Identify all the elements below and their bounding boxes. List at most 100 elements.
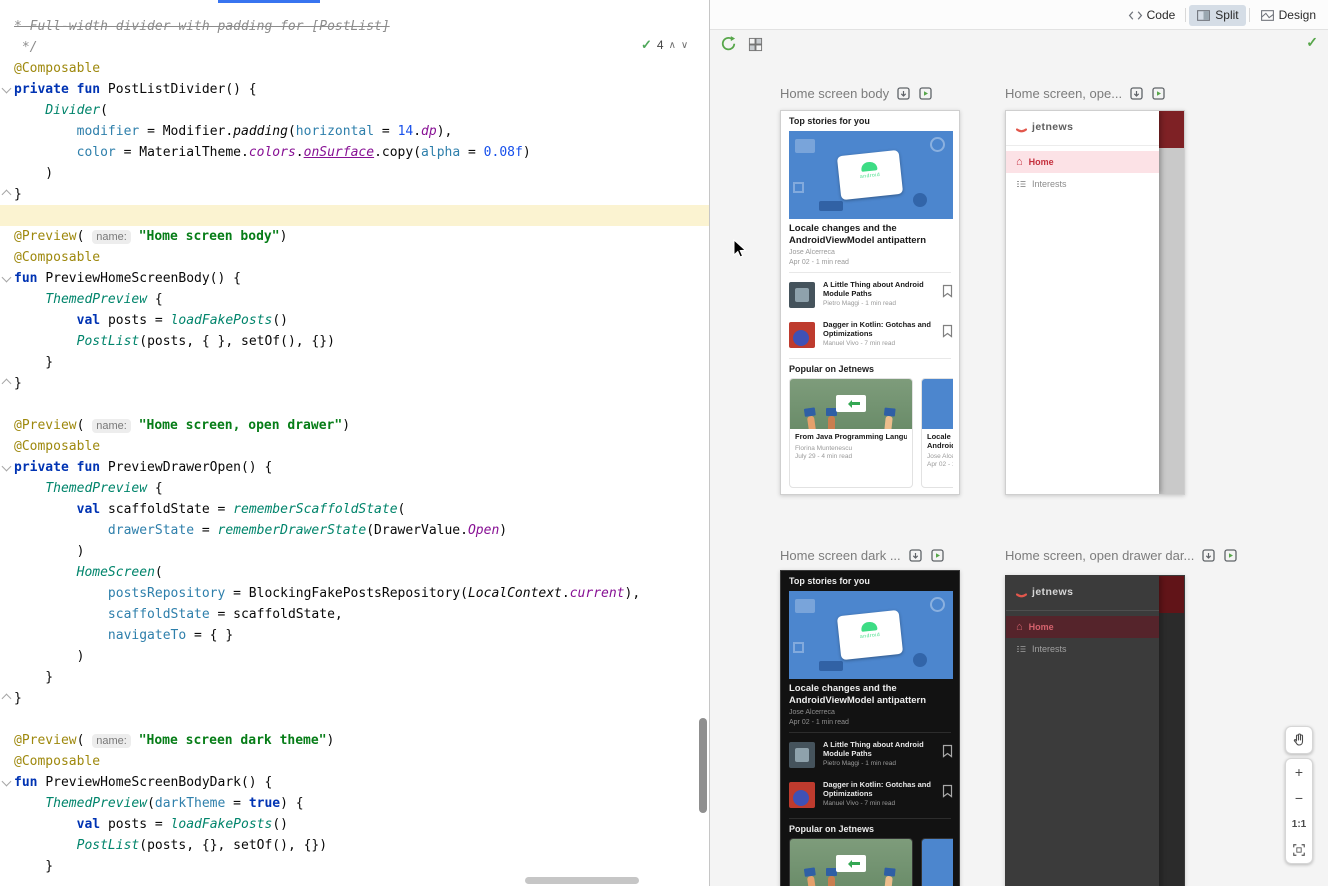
preview-label: Home screen dark ... (780, 548, 901, 563)
code-line[interactable]: */ (0, 37, 709, 58)
code-line[interactable]: ) (0, 163, 709, 184)
code-line[interactable]: @Preview( name: "Home screen, open drawe… (0, 415, 709, 436)
code-line[interactable] (0, 709, 709, 730)
app-bar-strip (1157, 111, 1184, 148)
code-line[interactable]: private fun PreviewDrawerOpen() { (0, 457, 709, 478)
jetnews-logo: jetnews (1016, 586, 1073, 598)
post-thumbnail (789, 742, 815, 768)
code-line[interactable]: scaffoldState = scaffoldState, (0, 604, 709, 625)
code-line[interactable]: val posts = loadFakePosts() (0, 814, 709, 835)
zoom-in-button[interactable]: + (1286, 759, 1312, 785)
code-line[interactable]: * Full-width divider with padding for [P… (0, 16, 709, 37)
layout-options-icon[interactable] (748, 37, 763, 52)
code-line[interactable]: fun PreviewHomeScreenBodyDark() { (0, 772, 709, 793)
zoom-controls: + − 1:1 (1285, 758, 1313, 864)
mode-code-button[interactable]: Code (1121, 5, 1183, 26)
code-line[interactable]: @Composable (0, 58, 709, 79)
code-line[interactable]: @Composable (0, 436, 709, 457)
code-line[interactable]: navigateTo = { } (0, 625, 709, 646)
android-logo (861, 161, 878, 172)
next-problem-icon[interactable]: ∨ (681, 40, 688, 51)
code-line[interactable]: fun PreviewHomeScreenBody() { (0, 268, 709, 289)
code-line[interactable] (0, 205, 709, 226)
code-line[interactable]: val scaffoldState = rememberScaffoldStat… (0, 499, 709, 520)
code-line[interactable]: ) (0, 646, 709, 667)
sync-status-icon: ✓ (1306, 34, 1318, 51)
run-interactive-icon[interactable] (930, 548, 945, 563)
inspections-widget[interactable]: ✓ 4 ∧ ∨ (641, 36, 688, 54)
post-list-item: A Little Thing about Android Module Path… (789, 278, 953, 316)
build-refresh-icon[interactable] (720, 35, 737, 52)
code-line[interactable]: } (0, 352, 709, 373)
home-icon: ⌂ (1016, 157, 1023, 168)
code-line[interactable]: modifier = Modifier.padding(horizontal =… (0, 121, 709, 142)
app-bar-strip (1157, 576, 1184, 613)
pan-hand-icon (1291, 732, 1307, 748)
bookmark-icon (942, 744, 953, 758)
code-line[interactable]: drawerState = rememberDrawerState(Drawer… (0, 520, 709, 541)
popular-heading: Popular on Jetnews (789, 364, 874, 374)
bookmark-icon (942, 324, 953, 338)
jetnews-logo: jetnews (1016, 121, 1073, 133)
post-list-item: Dagger in Kotlin: Gotchas and Optimizati… (789, 778, 953, 816)
code-line[interactable]: HomeScreen( (0, 562, 709, 583)
bookmark-icon (942, 784, 953, 798)
code-line[interactable]: postsRepository = BlockingFakePostsRepos… (0, 583, 709, 604)
run-interactive-icon[interactable] (1151, 86, 1166, 101)
code-line[interactable]: } (0, 856, 709, 877)
design-mode-icon (1260, 8, 1275, 23)
deploy-preview-icon[interactable] (908, 548, 923, 563)
code-line[interactable]: } (0, 373, 709, 394)
editor-horizontal-scrollbar[interactable] (525, 877, 639, 884)
code-line[interactable]: val posts = loadFakePosts() (0, 310, 709, 331)
prev-problem-icon[interactable]: ∧ (669, 40, 676, 51)
pan-tool-button[interactable] (1285, 726, 1313, 754)
run-interactive-icon[interactable] (1223, 548, 1238, 563)
code-line[interactable]: ThemedPreview { (0, 478, 709, 499)
code-line[interactable]: @Preview( name: "Home screen dark theme"… (0, 730, 709, 751)
preview-card-home-body[interactable]: Top stories for you android Locale chang… (780, 110, 960, 495)
zoom-to-fit-button[interactable] (1286, 837, 1312, 863)
post-list-item: A Little Thing about Android Module Path… (789, 738, 953, 776)
code-area[interactable]: * Full-width divider with padding for [P… (0, 16, 709, 877)
run-interactive-icon[interactable] (918, 86, 933, 101)
code-line[interactable]: color = MaterialTheme.colors.onSurface.c… (0, 142, 709, 163)
code-line[interactable]: PostList(posts, { }, setOf(), {}) (0, 331, 709, 352)
code-line[interactable]: private fun PostListDivider() { (0, 79, 709, 100)
mode-split-button[interactable]: Split (1189, 5, 1245, 26)
deploy-preview-icon[interactable] (896, 86, 911, 101)
code-line[interactable]: @Preview( name: "Home screen body") (0, 226, 709, 247)
code-line[interactable]: ThemedPreview(darkTheme = true) { (0, 793, 709, 814)
preview-card-home-dark[interactable]: Top stories for you android Locale chang… (780, 570, 960, 886)
code-editor-pane[interactable]: * Full-width divider with padding for [P… (0, 0, 710, 886)
code-line[interactable]: } (0, 667, 709, 688)
deploy-preview-icon[interactable] (1201, 548, 1216, 563)
top-stories-heading: Top stories for you (789, 576, 870, 586)
code-line[interactable]: } (0, 184, 709, 205)
bookmark-icon (942, 284, 953, 298)
popular-card-illustration (922, 379, 953, 429)
code-line[interactable]: PostList(posts, {}, setOf(), {}) (0, 835, 709, 856)
code-line[interactable]: @Composable (0, 751, 709, 772)
split-mode-icon (1196, 8, 1211, 23)
jetnews-logo-icon (1016, 122, 1027, 133)
code-line[interactable] (0, 394, 709, 415)
editor-vertical-scrollbar[interactable] (699, 718, 707, 813)
zoom-out-button[interactable]: − (1286, 785, 1312, 811)
code-line[interactable]: } (0, 688, 709, 709)
post-author: Jose Alcerreca (789, 709, 835, 716)
post-thumbnail (789, 782, 815, 808)
editor-mode-header: Code Split Design (710, 0, 1328, 30)
mode-design-button[interactable]: Design (1253, 5, 1323, 26)
zoom-actual-size-button[interactable]: 1:1 (1286, 811, 1312, 837)
code-line[interactable]: ThemedPreview { (0, 289, 709, 310)
preview-card-open-drawer-dark[interactable]: jetnews ⌂ Home Interests (1005, 575, 1185, 886)
preview-header-dark-theme: Home screen dark ... (780, 546, 945, 564)
code-line[interactable]: @Composable (0, 247, 709, 268)
code-line[interactable]: Divider( (0, 100, 709, 121)
preview-card-open-drawer[interactable]: jetnews ⌂ Home Interests (1005, 110, 1185, 495)
drawer-item-interests: Interests (1006, 638, 1159, 660)
code-line[interactable]: ) (0, 541, 709, 562)
drawer-item-home: ⌂ Home (1006, 151, 1159, 173)
deploy-preview-icon[interactable] (1129, 86, 1144, 101)
